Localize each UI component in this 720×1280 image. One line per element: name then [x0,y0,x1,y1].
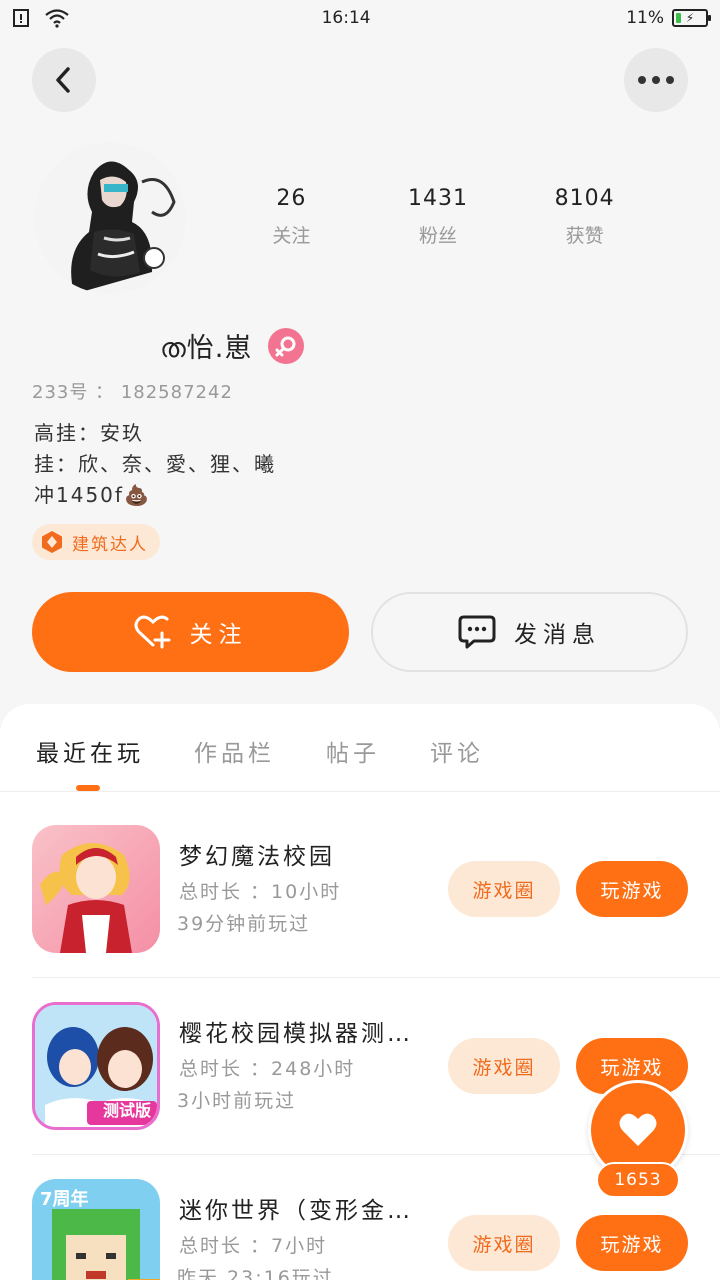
tab-comments[interactable]: 评论 [430,734,484,768]
game-last-played: 3小时前玩过 [177,1090,297,1112]
user-id: 233号 ： 182587242 [32,378,233,404]
female-icon [268,327,305,364]
uid-value: 182587242 [120,382,233,403]
stat-value: 1431 [408,186,468,211]
bio-line: 冲1450f💩 [34,483,151,507]
play-game-button[interactable]: 玩游戏 [576,1215,688,1271]
nickname: ത怡.崽 [160,333,253,364]
icon-badge: 7周年 [40,1189,89,1210]
bio-line: 高挂：安玖 [34,421,144,445]
game-circle-button[interactable]: 游戏圈 [448,861,560,917]
nickname-row: ത怡.崽 [160,326,305,365]
game-icon: 测试版 [32,1002,160,1130]
play-game-button[interactable]: 玩游戏 [576,861,688,917]
like-count: 1653 [596,1162,680,1198]
stat-likes[interactable]: 8104 获赞 [511,186,658,248]
message-label: 发消息 [514,622,601,648]
chat-icon [458,615,496,649]
uid-label: 233号 [32,382,89,403]
stat-followers[interactable]: 1431 粉丝 [365,186,512,248]
game-title: 梦幻魔法校园 [179,844,335,870]
battery-icon: ⚡ [671,9,711,27]
game-circle-button[interactable]: 游戏圈 [448,1038,560,1094]
game-last-played: 39分钟前玩过 [177,913,311,935]
message-button[interactable]: 发消息 [371,592,688,672]
heart-icon [619,1113,657,1146]
game-duration: 总时长 ：248小时 [179,1058,356,1080]
stat-following[interactable]: 26 关注 [218,186,365,248]
back-button[interactable] [32,48,96,112]
uid-separator: ： [95,382,115,403]
active-tab-indicator [76,785,100,791]
follow-label: 关注 [189,622,248,648]
stat-label: 粉丝 [419,225,458,247]
notification-icon [12,8,34,28]
stat-value: 26 [276,186,307,211]
builder-badge-icon [42,531,62,553]
game-last-played: 昨天 23:16玩过 [177,1267,334,1280]
more-button[interactable] [624,48,688,112]
tab-works[interactable]: 作品栏 [194,734,275,768]
status-bar: 16:14 11% ⚡ [0,0,720,36]
icon-badge: 测试版 [102,1101,151,1120]
divider [32,977,720,978]
game-duration: 总时长 ：10小时 [179,881,342,903]
bio-line: 挂：欣、奈、愛、狸、曦 [34,452,276,476]
wifi-icon [44,8,69,28]
bio: 高挂：安玖 挂：欣、奈、愛、狸、曦 冲1450f💩 [34,418,276,511]
game-icon [32,825,160,953]
follow-button[interactable]: 关注 [32,592,349,672]
tag-label: 建筑达人 [72,534,148,555]
more-dots-icon [638,76,674,84]
battery-percent: 11% [626,8,664,28]
game-title: 樱花校园模拟器测… [179,1021,413,1047]
stat-label: 关注 [272,225,311,247]
game-title: 迷你世界（变形金… [179,1198,413,1224]
game-icon: 7周年 [32,1179,160,1280]
status-time: 16:14 [321,8,371,28]
tab-posts[interactable]: 帖子 [326,734,380,768]
tab-bar: 最近在玩 作品栏 帖子 评论 [0,704,720,792]
stat-label: 获赞 [565,225,604,247]
achievement-tag[interactable]: 建筑达人 [32,524,160,560]
game-duration: 总时长 ：7小时 [179,1235,328,1257]
heart-plus-icon [134,615,170,649]
game-circle-button[interactable]: 游戏圈 [448,1215,560,1271]
list-item[interactable]: 梦幻魔法校园 总时长 ：10小时 39分钟前玩过 游戏圈 玩游戏 [32,825,720,953]
stat-value: 8104 [554,186,615,211]
profile-stats: 26 关注 1431 粉丝 8104 获赞 [218,186,658,248]
tab-recently-played[interactable]: 最近在玩 [36,734,144,768]
chevron-left-icon [56,67,70,93]
avatar[interactable] [34,142,186,294]
